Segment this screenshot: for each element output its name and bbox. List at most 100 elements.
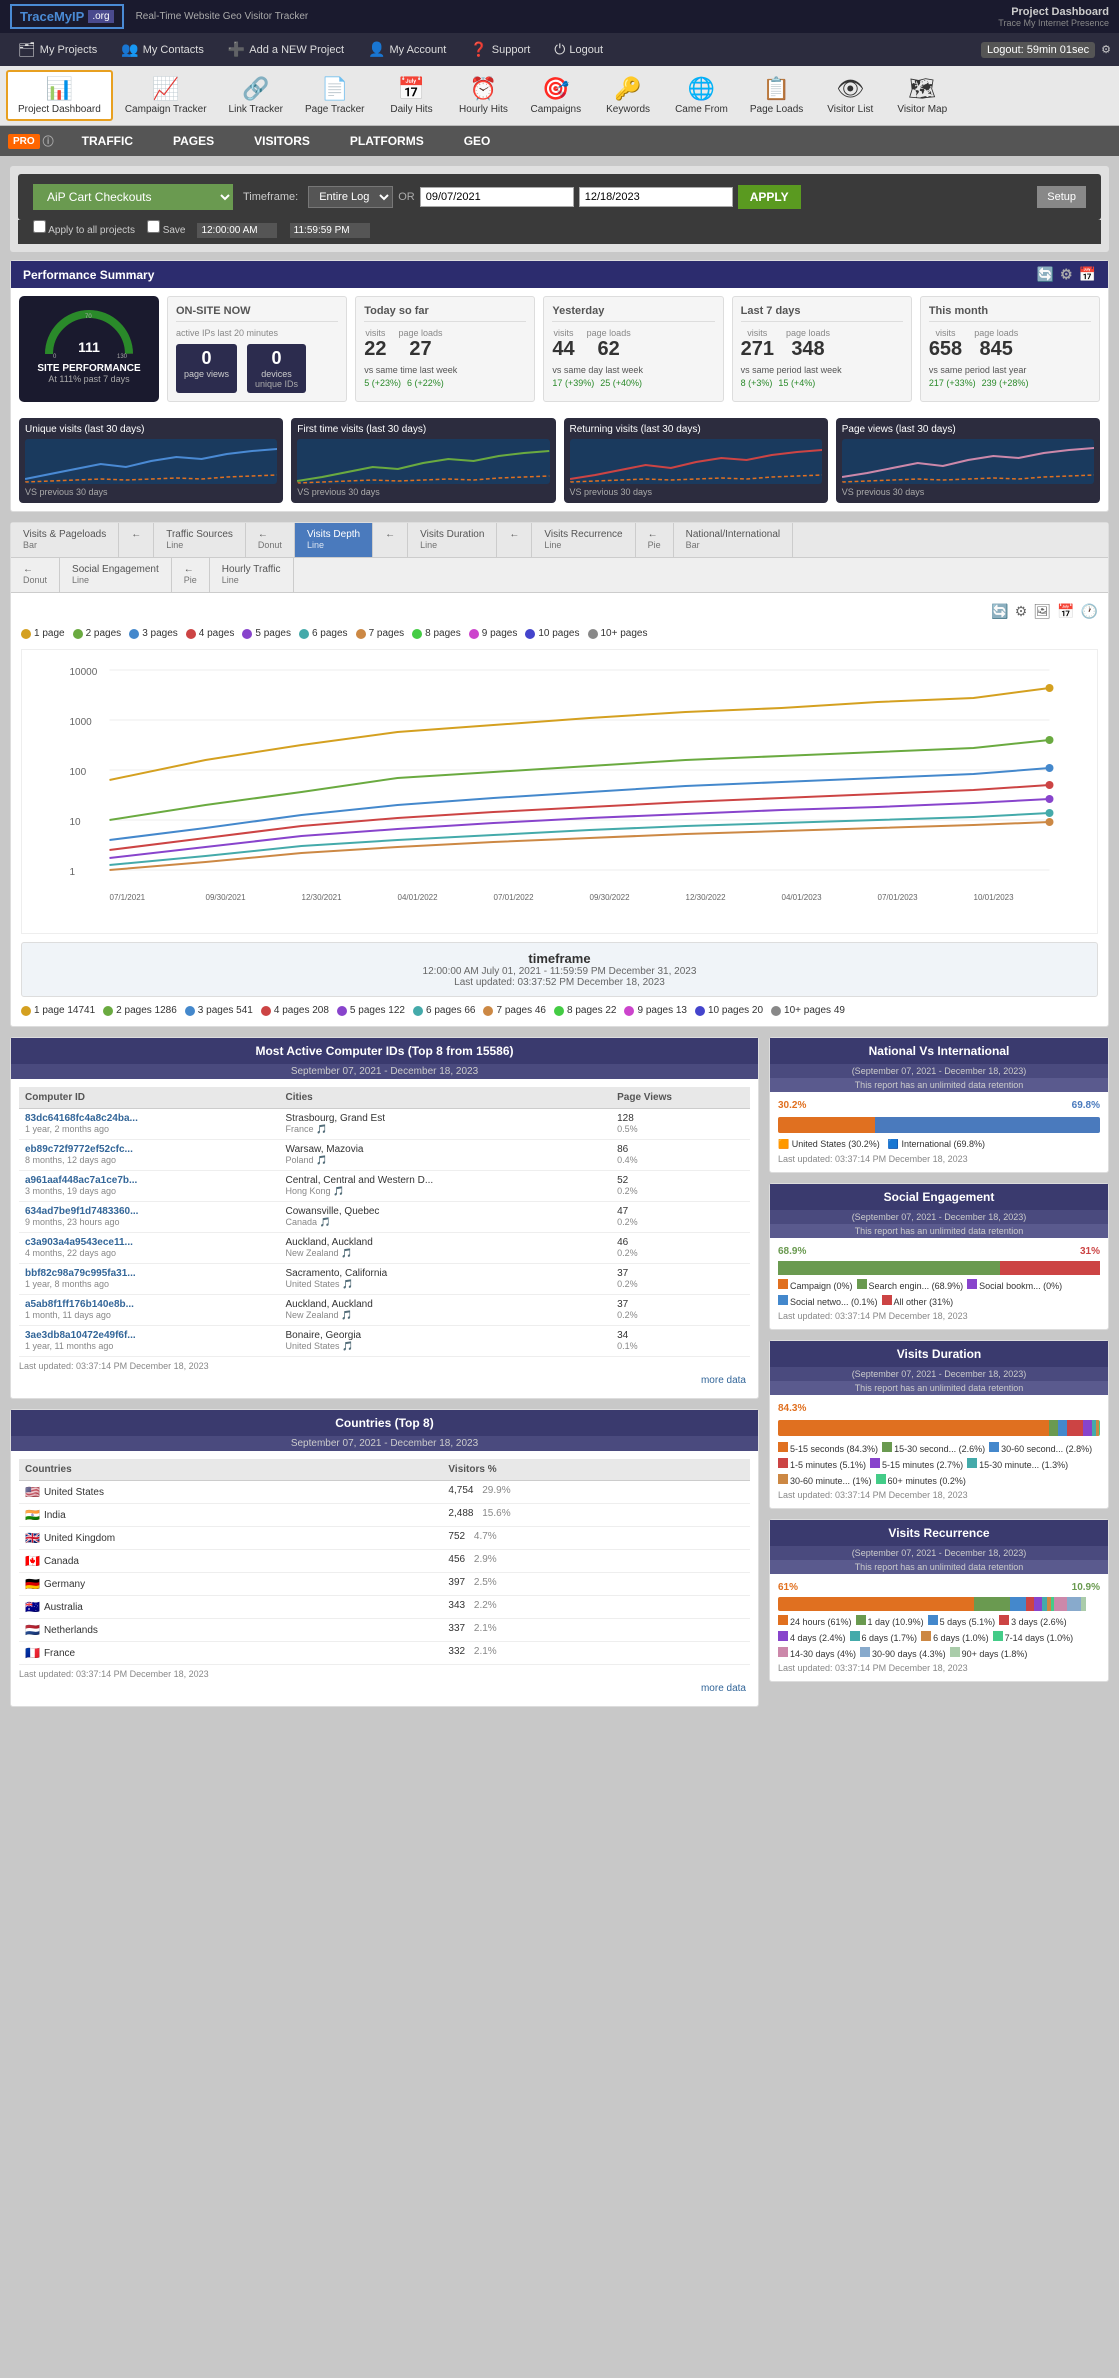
calendar-chart-icon[interactable]: 📅	[1057, 603, 1074, 620]
tab-project-dashboard[interactable]: 📊 Project Dashboard	[6, 70, 113, 121]
tab-page-loads[interactable]: 📋 Page Loads	[740, 72, 813, 119]
rec-legend-item: 1 day (10.9%)	[856, 1615, 924, 1627]
computer-id[interactable]: 634ad7be9f1d7483360...	[25, 1206, 274, 1217]
apply-button[interactable]: APPLY	[738, 185, 801, 209]
tab-visits-pageloads[interactable]: Visits & PageloadsBar	[11, 523, 119, 557]
tab-social-engagement[interactable]: Social EngagementLine	[60, 558, 172, 592]
countries-more-data[interactable]: more data	[19, 1679, 750, 1698]
tab-arr-left-1[interactable]: ←	[119, 523, 154, 557]
country-name-cell: 🇬🇧 United Kingdom	[25, 1531, 436, 1545]
computer-id[interactable]: eb89c72f9772ef52cfc...	[25, 1144, 274, 1155]
start-date-input[interactable]	[420, 187, 574, 207]
apply-all-projects-checkbox-label[interactable]: Apply to all projects	[33, 225, 138, 236]
tab-visitor-map[interactable]: 🗺 Visitor Map	[887, 72, 957, 119]
submenu-platforms[interactable]: PLATFORMS	[330, 126, 444, 156]
computer-pv: 37	[617, 1268, 744, 1279]
tab-daily-hits[interactable]: 📅 Daily Hits	[376, 72, 446, 119]
share-chart-icon[interactable]: ⚙	[1015, 603, 1028, 620]
social-legend-item: Social netwo... (0.1%)	[778, 1295, 878, 1307]
computers-last-updated: Last updated: 03:37:14 PM December 18, 2…	[19, 1361, 750, 1371]
devices-box: 0 devices unique IDs	[247, 344, 306, 393]
tab-arr-donut-1[interactable]: ←Donut	[246, 523, 295, 557]
settings-icon[interactable]: ⚙	[1101, 43, 1111, 56]
computer-id[interactable]: c3a903a4a9543ece11...	[25, 1237, 274, 1248]
country-name: India	[44, 1510, 66, 1521]
submenu-visitors[interactable]: VISITORS	[234, 126, 330, 156]
rec-bar-segment	[1067, 1597, 1081, 1611]
today-changes: 5 (+23%) 6 (+22%)	[364, 378, 526, 388]
dur-bar-segment	[1067, 1420, 1083, 1436]
tab-national-intl[interactable]: National/InternationalBar	[674, 523, 794, 557]
setup-button[interactable]: Setup	[1037, 186, 1086, 208]
nav-logout[interactable]: ⏻ Logout	[544, 37, 613, 62]
calendar-perf-icon[interactable]: 📅	[1079, 266, 1096, 283]
nav-my-projects[interactable]: 🗂 My Projects	[8, 37, 107, 62]
tf-info-updated: Last updated: 03:37:52 PM December 18, 2…	[30, 977, 1089, 988]
tab-arr-pie-1[interactable]: ←Pie	[636, 523, 674, 557]
project-select[interactable]: AiP Cart Checkouts	[33, 184, 233, 210]
submenu-pages[interactable]: PAGES	[153, 126, 234, 156]
svg-text:111: 111	[78, 339, 100, 355]
tab-visits-depth[interactable]: Visits DepthLine	[295, 523, 373, 557]
tab-came-from[interactable]: 🌐 Came From	[665, 72, 738, 119]
tab-link-tracker[interactable]: 🔗 Link Tracker	[219, 72, 293, 119]
range-select[interactable]: Entire Log	[308, 186, 393, 208]
dur-header: Visits Duration	[770, 1341, 1108, 1367]
apply-all-checkbox[interactable]	[33, 220, 46, 233]
most-active-computers-card: Most Active Computer IDs (Top 8 from 155…	[10, 1037, 759, 1399]
computer-city: Cowansville, Quebec	[286, 1206, 606, 1217]
country-flag: 🇬🇧	[25, 1531, 40, 1545]
tab-arr-left-2[interactable]: ←	[373, 523, 408, 557]
submenu-traffic[interactable]: TRAFFIC	[62, 126, 153, 156]
submenu-geo[interactable]: GEO	[444, 126, 511, 156]
tab-hourly-hits[interactable]: ⏰ Hourly Hits	[448, 72, 518, 119]
save-checkbox[interactable]	[147, 220, 160, 233]
refresh-icon[interactable]: 🔄	[1037, 266, 1054, 283]
computer-id[interactable]: bbf82c98a79c995fa31...	[25, 1268, 274, 1279]
computer-id[interactable]: 3ae3db8a10472e49f6f...	[25, 1330, 274, 1341]
tab-campaign-tracker[interactable]: 📈 Campaign Tracker	[115, 72, 217, 119]
refresh-chart-icon[interactable]: 🔄	[991, 603, 1008, 620]
start-time-input[interactable]	[197, 223, 277, 238]
pro-info-icon[interactable]: ⓘ	[43, 133, 54, 149]
computer-id[interactable]: a5ab8f1ff176b140e8b...	[25, 1299, 274, 1310]
country-pct: 2.9%	[474, 1554, 497, 1565]
computers-title: Most Active Computer IDs	[255, 1044, 404, 1058]
svg-text:100: 100	[70, 767, 87, 778]
tab-arr-pie-2[interactable]: ←Pie	[172, 558, 210, 592]
tab-keywords[interactable]: 🔑 Keywords	[593, 72, 663, 119]
computer-age: 1 year, 11 months ago	[25, 1341, 274, 1351]
tab-traffic-sources[interactable]: Traffic SourcesLine	[154, 523, 246, 557]
end-date-input[interactable]	[579, 187, 733, 207]
tab-campaigns[interactable]: 🎯 Campaigns	[520, 72, 591, 119]
mc-unique-title: Unique visits (last 30 days)	[25, 424, 277, 435]
settings-perf-icon[interactable]: ⚙	[1060, 266, 1073, 283]
tab-arr-donut-2[interactable]: ←Donut	[11, 558, 60, 592]
nav-support[interactable]: ❓ Support	[460, 37, 540, 62]
tab-visits-recurrence[interactable]: Visits RecurrenceLine	[532, 523, 635, 557]
computer-id[interactable]: a961aaf448ac7a1ce7b...	[25, 1175, 274, 1186]
today-vs-label: vs same time last week	[364, 365, 526, 375]
tab-visits-duration[interactable]: Visits DurationLine	[408, 523, 497, 557]
chart-data-legend: 1 page 147412 pages 12863 pages 5414 pag…	[21, 1005, 1098, 1016]
yest-v-chg: 17 (+39%)	[552, 378, 594, 388]
dur-bar-segment	[778, 1420, 1049, 1436]
save-checkbox-label[interactable]: Save	[147, 225, 188, 236]
tab-page-tracker[interactable]: 📄 Page Tracker	[295, 72, 374, 119]
this-month-visits: 658	[929, 338, 962, 361]
nav-add-project[interactable]: ➕ Add a NEW Project	[218, 37, 354, 62]
end-time-input[interactable]	[290, 223, 370, 238]
clock-chart-icon[interactable]: 🕐	[1081, 603, 1098, 620]
computers-more-data[interactable]: more data	[19, 1371, 750, 1390]
computer-row: c3a903a4a9543ece11... 4 months, 22 days …	[19, 1233, 750, 1264]
image-chart-icon[interactable]: 🖼	[1033, 603, 1051, 620]
tab-hourly-traffic[interactable]: Hourly TrafficLine	[210, 558, 294, 592]
computer-id[interactable]: 83dc64168fc4a8c24ba...	[25, 1113, 274, 1124]
nav-my-contacts[interactable]: 👥 My Contacts	[111, 37, 214, 62]
nav-my-account[interactable]: 👤 My Account	[358, 37, 456, 62]
tab-arr-left-3[interactable]: ←	[497, 523, 532, 557]
computer-country: Poland 🎵	[286, 1155, 606, 1166]
country-name: Netherlands	[44, 1625, 98, 1636]
tab-visitor-list[interactable]: 👁 Visitor List	[815, 72, 885, 119]
logo: TraceMyIP .org	[10, 4, 124, 29]
